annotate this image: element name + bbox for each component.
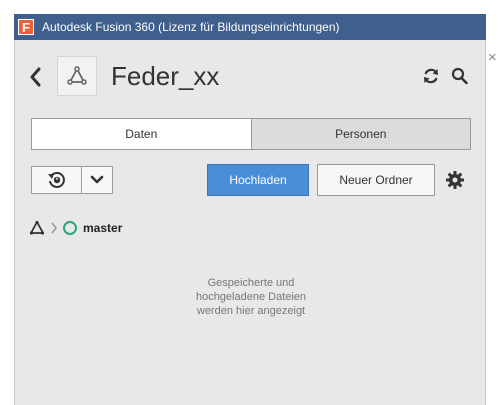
chevron-left-icon[interactable] — [27, 66, 45, 88]
hub-triangle-icon — [67, 66, 87, 85]
gear-icon[interactable] — [445, 170, 465, 190]
fusion-logo-icon: F — [18, 19, 34, 35]
empty-state-line: Gespeicherte und — [207, 277, 295, 289]
chevron-right-icon — [51, 222, 58, 234]
window-titlebar: F Autodesk Fusion 360 (Lizenz für Bildun… — [14, 14, 486, 40]
empty-state-line: werden hier angezeigt — [196, 305, 306, 317]
project-thumbnail — [57, 56, 97, 96]
search-icon[interactable] — [451, 66, 469, 86]
window-title: Autodesk Fusion 360 (Lizenz für Bildungs… — [42, 20, 340, 34]
branch-label[interactable]: master — [83, 221, 122, 235]
history-button[interactable] — [32, 167, 82, 193]
app-root: F Autodesk Fusion 360 (Lizenz für Bildun… — [0, 0, 504, 405]
upload-button[interactable]: Hochladen — [207, 164, 309, 196]
version-toolbar — [31, 166, 113, 194]
view-tabs: Daten Personen — [31, 118, 471, 150]
chevron-down-icon — [90, 175, 104, 184]
tab-daten[interactable]: Daten — [32, 119, 251, 149]
close-icon[interactable]: × — [488, 50, 497, 65]
refresh-icon[interactable] — [421, 66, 441, 86]
new-folder-button[interactable]: Neuer Ordner — [317, 164, 435, 196]
empty-state-line: hochgeladene Dateien — [195, 291, 307, 303]
hub-triangle-icon[interactable] — [29, 220, 45, 236]
branch-circle-icon — [63, 221, 77, 235]
history-dropdown-button[interactable] — [82, 167, 112, 193]
history-icon — [47, 172, 65, 188]
breadcrumb: master — [29, 218, 122, 238]
empty-state-message: Gespeicherte und hochgeladene Dateien we… — [15, 276, 487, 318]
project-title: Feder_xx — [111, 61, 220, 91]
tab-personen[interactable]: Personen — [250, 119, 470, 149]
data-panel: Feder_xx Daten Personen Hochladen Neuer … — [14, 40, 486, 405]
